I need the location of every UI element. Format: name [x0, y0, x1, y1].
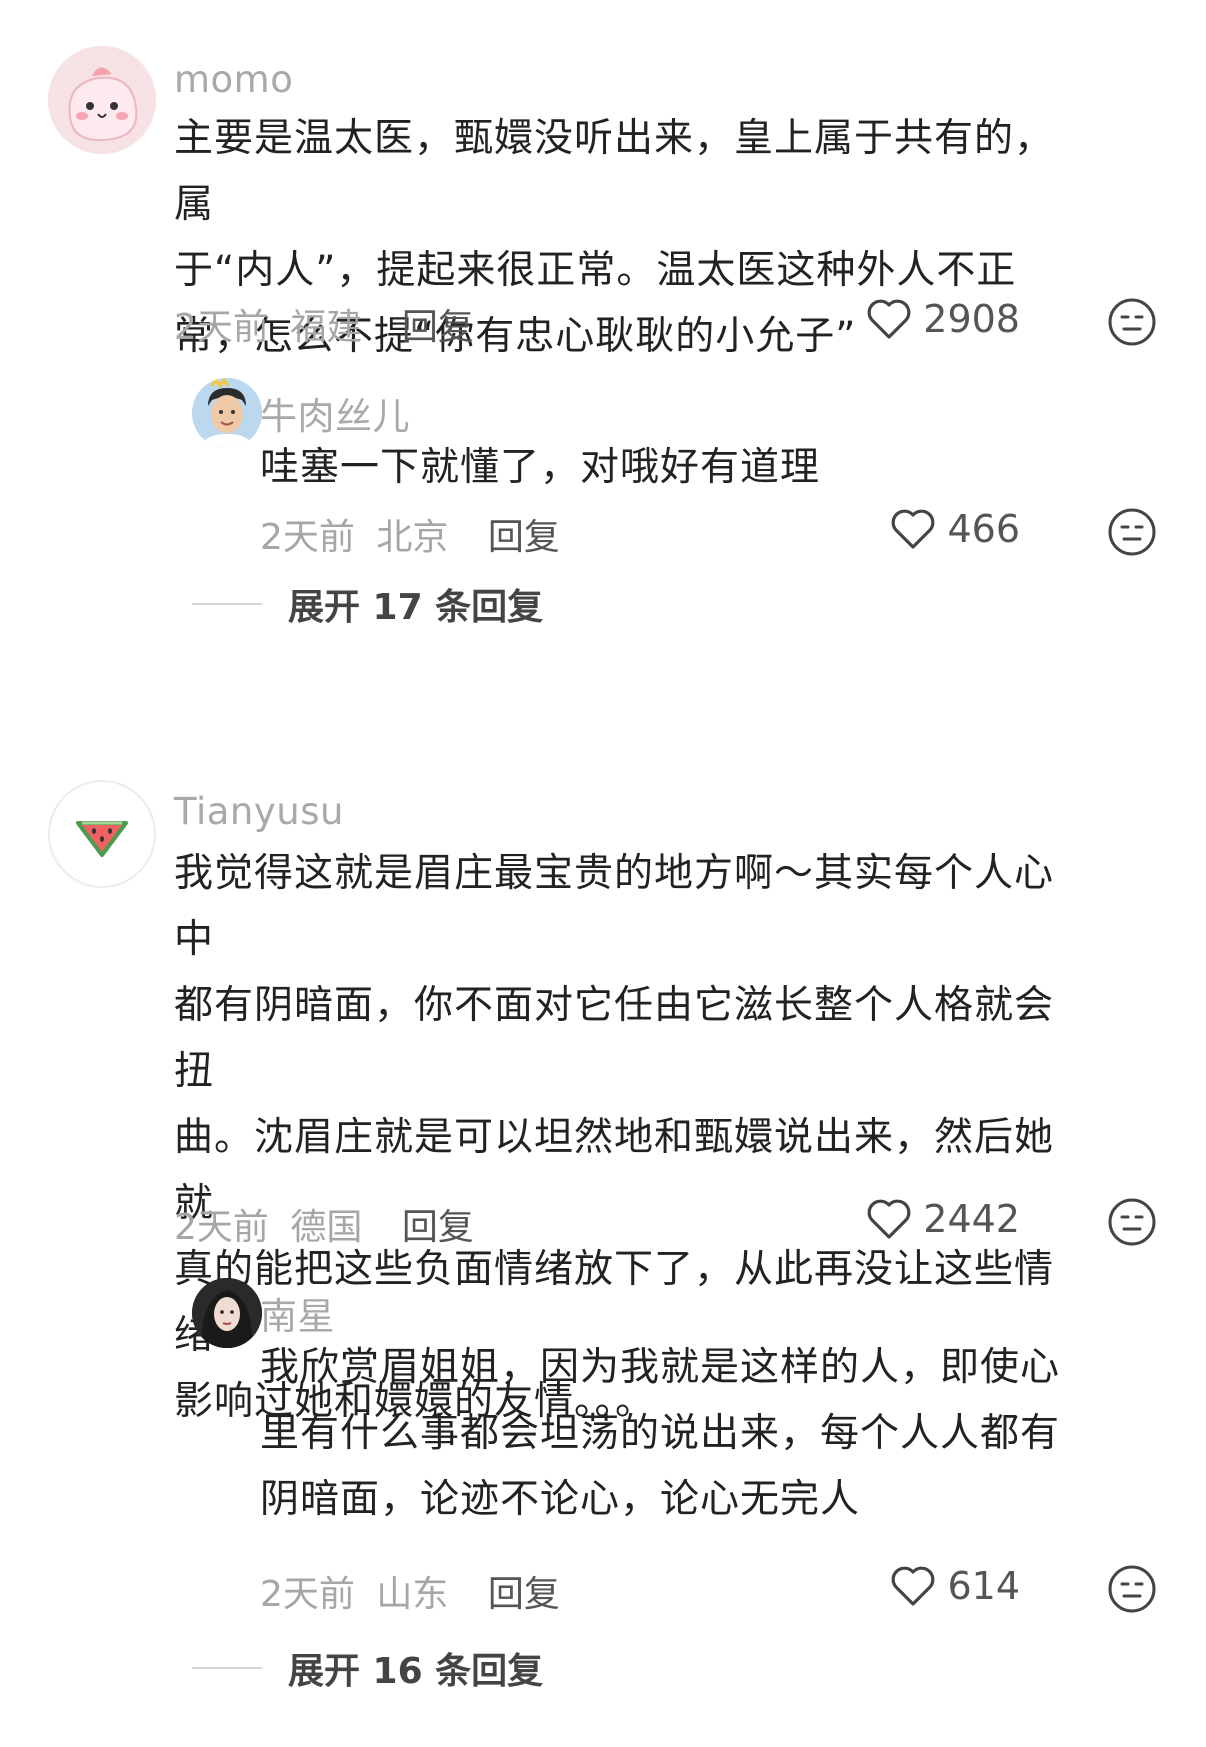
avatar[interactable] [48, 780, 156, 888]
expand-replies-button[interactable]: 展开 16 条回复 [192, 1642, 543, 1694]
timestamp: 2天前 [174, 1207, 269, 1248]
reply-button[interactable]: 回复 [402, 1207, 474, 1248]
like-count: 466 [947, 507, 1020, 551]
timestamp: 2天前 [174, 307, 269, 348]
woman-photo-avatar-icon [192, 1278, 262, 1348]
reply-button[interactable]: 回复 [488, 517, 560, 558]
reply-button[interactable]: 回复 [402, 307, 474, 348]
heart-outline-icon [892, 509, 935, 549]
dislike-button[interactable] [1106, 296, 1158, 348]
comment-line: 都有阴暗面，你不面对它任由它滋长整个人格就会扭 [174, 983, 1055, 1094]
timestamp: 2天前 [260, 517, 355, 558]
reply-button[interactable]: 回复 [488, 1574, 560, 1615]
comment-meta: 2天前 福建 回复 [174, 298, 474, 350]
expand-replies-label: 展开 17 条回复 [288, 587, 544, 628]
heart-outline-icon [867, 1199, 911, 1239]
divider [192, 603, 262, 605]
man-photo-avatar-icon [192, 378, 262, 448]
neutral-face-icon [1108, 298, 1156, 346]
reply-line: 哇塞一下就懂了，对哦好有道理 [260, 445, 821, 490]
like-count: 2908 [923, 297, 1020, 341]
reply-line: 里有什么事都会坦荡的说出来，每个人人都有 [260, 1411, 1061, 1456]
reply-meta: 2天前 北京 回复 [260, 508, 560, 560]
location: 福建 [290, 307, 363, 348]
username[interactable]: Tianyusu [174, 790, 344, 833]
avatar[interactable] [192, 1278, 262, 1348]
reply-text: 我欣赏眉姐姐，因为我就是这样的人，即使心 里有什么事都会坦荡的说出来，每个人人都… [260, 1335, 1080, 1533]
divider [192, 1667, 262, 1669]
reply-meta: 2天前 山东 回复 [260, 1565, 560, 1617]
heart-outline-icon [892, 1566, 935, 1606]
comment-line: 于“内人”，提起来很正常。温太医这种外人不正 [174, 248, 1017, 293]
dislike-button[interactable] [1106, 1196, 1158, 1248]
like-button[interactable]: 2442 [865, 1197, 1020, 1241]
location: 山东 [376, 1574, 449, 1615]
username[interactable]: 南星 [260, 1286, 335, 1340]
like-count: 614 [947, 1564, 1020, 1608]
neutral-face-icon [1108, 1198, 1156, 1246]
like-button[interactable]: 614 [889, 1564, 1020, 1608]
username[interactable]: momo [174, 58, 293, 101]
expand-replies-button[interactable]: 展开 17 条回复 [192, 578, 543, 630]
dislike-button[interactable] [1106, 1563, 1158, 1615]
like-count: 2442 [923, 1197, 1020, 1241]
location: 德国 [290, 1207, 363, 1248]
comment-line: 我觉得这就是眉庄最宝贵的地方啊～其实每个人心中 [174, 851, 1055, 962]
expand-replies-label: 展开 16 条回复 [288, 1651, 544, 1692]
comment-meta: 2天前 德国 回复 [174, 1198, 474, 1250]
heart-outline-icon [867, 299, 911, 339]
neutral-face-icon [1108, 508, 1156, 556]
dislike-button[interactable] [1106, 506, 1158, 558]
watermelon-avatar-icon [76, 821, 128, 857]
reply-line: 阴暗面，论迹不论心，论心无完人 [260, 1477, 861, 1522]
avatar[interactable] [192, 378, 262, 448]
reply-text: 哇塞一下就懂了，对哦好有道理 [260, 435, 1060, 501]
comment-line: 主要是温太医，甄嬛没听出来，皇上属于共有的，属 [174, 116, 1055, 227]
reply-line: 我欣赏眉姐姐，因为我就是这样的人，即使心 [260, 1345, 1061, 1390]
timestamp: 2天前 [260, 1574, 355, 1615]
neutral-face-icon [1108, 1565, 1156, 1613]
avatar[interactable] [48, 46, 156, 154]
like-button[interactable]: 2908 [865, 297, 1020, 341]
like-button[interactable]: 466 [889, 507, 1020, 551]
location: 北京 [376, 517, 449, 558]
pink-blob-avatar-icon [48, 46, 156, 154]
username[interactable]: 牛肉丝儿 [260, 386, 410, 440]
